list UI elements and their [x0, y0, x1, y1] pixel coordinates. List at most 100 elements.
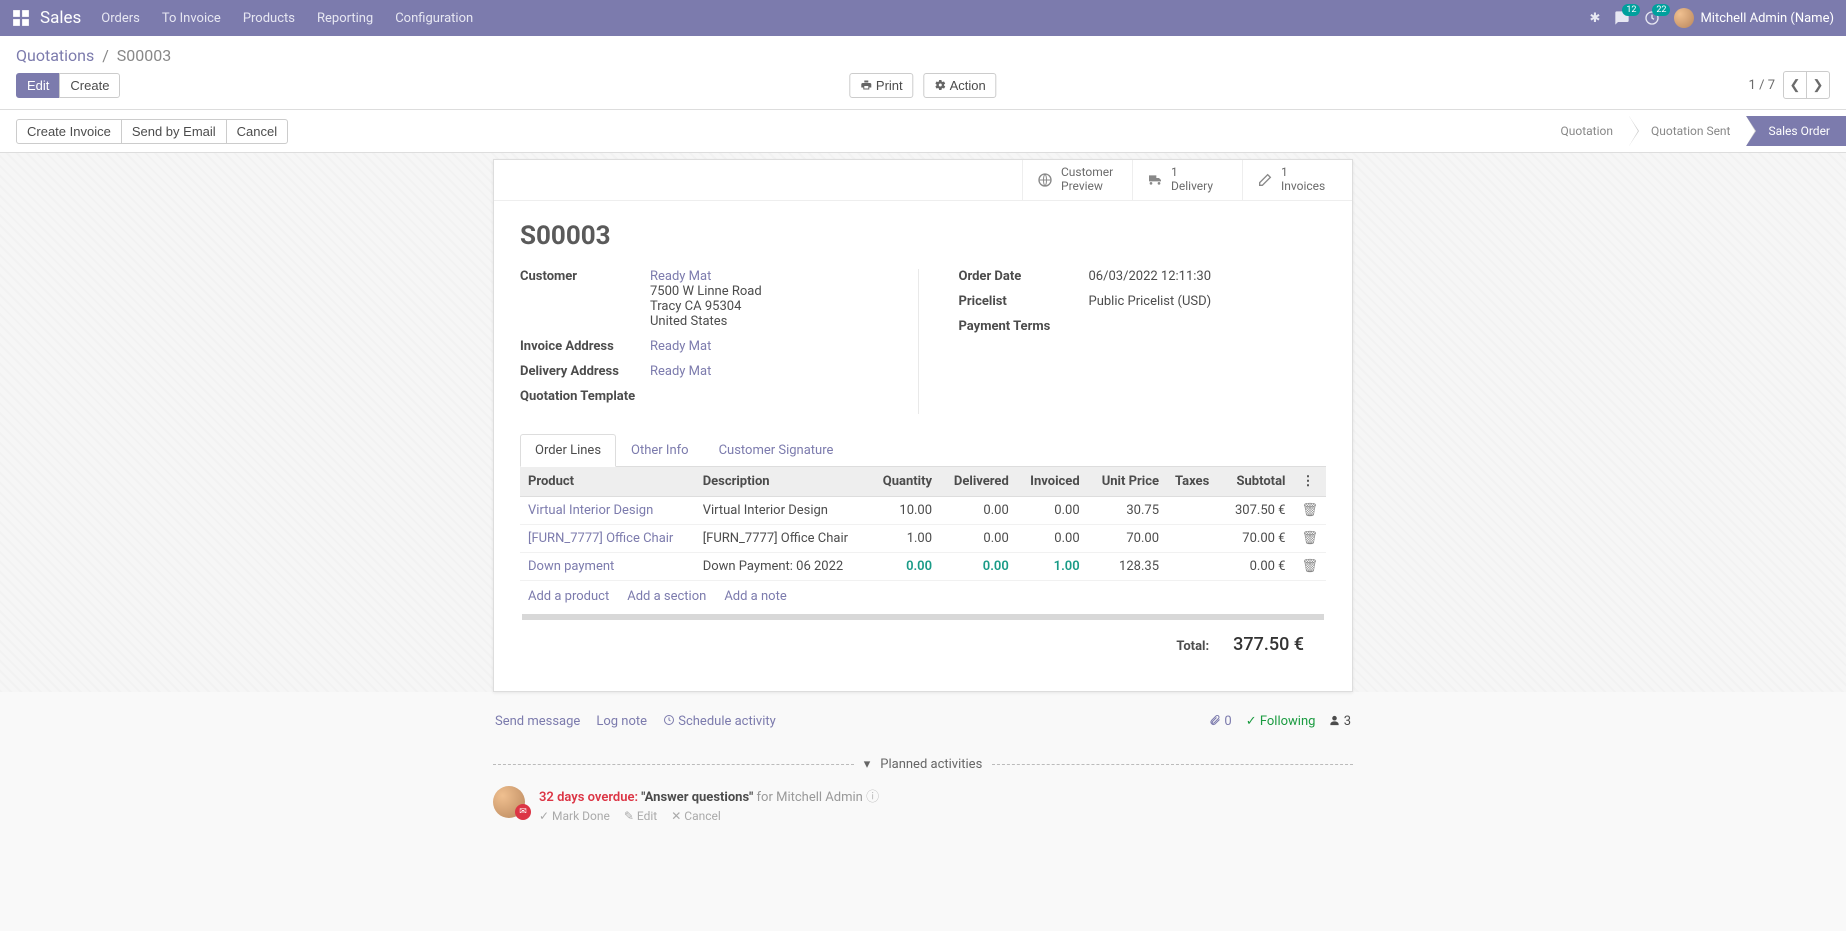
- debug-icon[interactable]: ✱: [1590, 11, 1601, 26]
- row-invoiced: 1.00: [1017, 552, 1088, 580]
- table-row[interactable]: Down paymentDown Payment: 06 20220.000.0…: [520, 552, 1326, 580]
- avatar: [1674, 8, 1694, 28]
- row-taxes: [1167, 496, 1221, 524]
- col-kebab[interactable]: ⋮: [1293, 467, 1326, 497]
- print-button[interactable]: Print: [849, 73, 913, 98]
- form-sheet: CustomerPreview 1Delivery 1Invoices S000…: [493, 159, 1353, 692]
- row-product[interactable]: Down payment: [528, 559, 614, 574]
- user-menu[interactable]: Mitchell Admin (Name): [1674, 8, 1834, 28]
- row-qty: 10.00: [869, 496, 940, 524]
- stat-delivery[interactable]: 1Delivery: [1132, 160, 1242, 200]
- order-lines-table: Product Description Quantity Delivered I…: [520, 467, 1326, 581]
- stat-invoices[interactable]: 1Invoices: [1242, 160, 1352, 200]
- pager-text[interactable]: 1 / 7: [1749, 78, 1775, 93]
- col-delivered[interactable]: Delivered: [940, 467, 1017, 497]
- payment-terms-label: Payment Terms: [959, 319, 1089, 334]
- cancel-button[interactable]: Cancel: [226, 119, 288, 144]
- row-delivered: 0.00: [940, 552, 1017, 580]
- step-quotation-sent[interactable]: Quotation Sent: [1629, 116, 1747, 146]
- schedule-activity[interactable]: Schedule activity: [663, 714, 776, 729]
- user-name: Mitchell Admin (Name): [1700, 11, 1834, 26]
- action-button[interactable]: Action: [924, 73, 997, 98]
- table-row[interactable]: [FURN_7777] Office Chair[FURN_7777] Offi…: [520, 524, 1326, 552]
- row-delivered: 0.00: [940, 524, 1017, 552]
- activity-mark-done[interactable]: ✓ Mark Done: [539, 809, 610, 823]
- activity-edit[interactable]: ✎ Edit: [624, 809, 657, 823]
- edit-button[interactable]: Edit: [16, 73, 60, 98]
- col-unit-price[interactable]: Unit Price: [1088, 467, 1167, 497]
- row-product[interactable]: [FURN_7777] Office Chair: [528, 531, 673, 546]
- add-product[interactable]: Add a product: [528, 589, 609, 604]
- row-taxes: [1167, 524, 1221, 552]
- invoice-address-link[interactable]: Ready Mat: [650, 339, 711, 354]
- trash-icon[interactable]: 🗑: [1293, 552, 1326, 580]
- row-desc: Virtual Interior Design: [695, 496, 870, 524]
- col-subtotal[interactable]: Subtotal: [1221, 467, 1293, 497]
- pager-prev[interactable]: ❮: [1783, 71, 1807, 99]
- pricelist-label: Pricelist: [959, 294, 1089, 309]
- menu-products[interactable]: Products: [243, 11, 295, 26]
- row-taxes: [1167, 552, 1221, 580]
- create-invoice-button[interactable]: Create Invoice: [16, 119, 122, 144]
- attachments[interactable]: 0: [1209, 714, 1232, 729]
- navbar: Sales Orders To Invoice Products Reporti…: [0, 0, 1846, 36]
- activity-for: for Mitchell Admin: [757, 790, 863, 805]
- step-quotation[interactable]: Quotation: [1539, 116, 1629, 146]
- customer-link[interactable]: Ready Mat: [650, 269, 711, 284]
- clock-icon: [663, 714, 675, 726]
- table-row[interactable]: Virtual Interior Design Virtual Interior …: [520, 496, 1326, 524]
- create-button[interactable]: Create: [59, 73, 120, 98]
- row-delivered: 0.00: [940, 496, 1017, 524]
- col-quantity[interactable]: Quantity: [869, 467, 940, 497]
- menu-to-invoice[interactable]: To Invoice: [162, 11, 221, 26]
- col-product[interactable]: Product: [520, 467, 695, 497]
- messages-icon[interactable]: 12: [1614, 10, 1630, 26]
- col-invoiced[interactable]: Invoiced: [1017, 467, 1088, 497]
- log-note[interactable]: Log note: [596, 714, 647, 729]
- send-message[interactable]: Send message: [495, 714, 580, 729]
- info-icon[interactable]: ⓘ: [866, 790, 879, 805]
- delivery-address-link[interactable]: Ready Mat: [650, 364, 711, 379]
- tab-order-lines[interactable]: Order Lines: [520, 434, 616, 467]
- pricelist-value: Public Pricelist (USD): [1089, 294, 1327, 309]
- step-sales-order[interactable]: Sales Order: [1746, 116, 1846, 146]
- row-subtotal: 0.00 €: [1221, 552, 1293, 580]
- row-price: 70.00: [1088, 524, 1167, 552]
- apps-icon[interactable]: [12, 9, 30, 27]
- tab-other-info[interactable]: Other Info: [616, 434, 704, 467]
- send-email-button[interactable]: Send by Email: [121, 119, 227, 144]
- row-price: 30.75: [1088, 496, 1167, 524]
- add-note[interactable]: Add a note: [724, 589, 786, 604]
- row-qty: 1.00: [869, 524, 940, 552]
- followers-count[interactable]: 3: [1329, 714, 1351, 729]
- menu-reporting[interactable]: Reporting: [317, 11, 373, 26]
- col-taxes[interactable]: Taxes: [1167, 467, 1221, 497]
- activities-icon[interactable]: 22: [1644, 10, 1660, 26]
- add-section[interactable]: Add a section: [627, 589, 706, 604]
- breadcrumb-root[interactable]: Quotations: [16, 46, 94, 65]
- col-description[interactable]: Description: [695, 467, 870, 497]
- breadcrumb-bar: Quotations / S00003: [0, 36, 1846, 71]
- row-price: 128.35: [1088, 552, 1167, 580]
- order-date-label: Order Date: [959, 269, 1089, 284]
- breadcrumb-current: S00003: [117, 46, 171, 65]
- app-brand[interactable]: Sales: [40, 8, 81, 28]
- activity-cancel[interactable]: ✕ Cancel: [671, 809, 721, 823]
- following-button[interactable]: ✓ Following: [1246, 714, 1316, 729]
- row-subtotal: 307.50 €: [1221, 496, 1293, 524]
- planned-activities-divider[interactable]: ▾ Planned activities: [493, 757, 1353, 772]
- nav-menu: Orders To Invoice Products Reporting Con…: [101, 11, 473, 26]
- quotation-template-label: Quotation Template: [520, 389, 650, 404]
- tab-signature[interactable]: Customer Signature: [704, 434, 849, 467]
- customer-label: Customer: [520, 269, 650, 329]
- pager-next[interactable]: ❯: [1806, 71, 1830, 99]
- menu-configuration[interactable]: Configuration: [395, 11, 473, 26]
- menu-orders[interactable]: Orders: [101, 11, 140, 26]
- truck-icon: [1147, 172, 1163, 188]
- invoice-address-label: Invoice Address: [520, 339, 650, 354]
- trash-icon[interactable]: 🗑: [1293, 496, 1326, 524]
- trash-icon[interactable]: 🗑: [1293, 524, 1326, 552]
- total-value: 377.50 €: [1233, 634, 1304, 655]
- row-product[interactable]: Virtual Interior Design: [528, 503, 653, 518]
- stat-customer-preview[interactable]: CustomerPreview: [1022, 160, 1132, 200]
